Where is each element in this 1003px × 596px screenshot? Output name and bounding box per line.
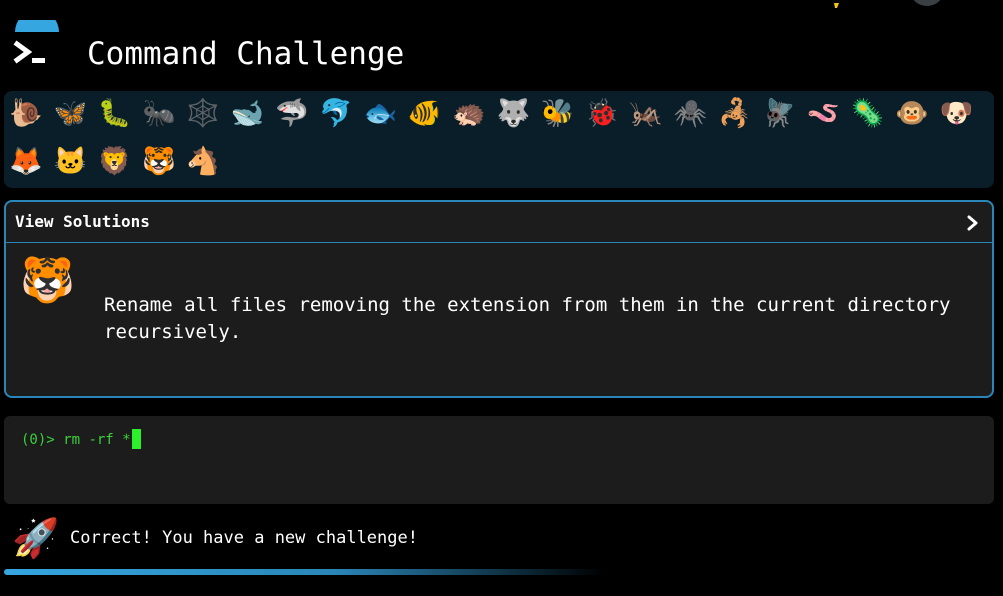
whale-icon[interactable]: 🐋 [229, 95, 267, 133]
shark-icon[interactable]: 🦈 [273, 95, 311, 133]
tiger-icon: 🐯 [20, 255, 75, 306]
dolphin-icon[interactable]: 🐬 [317, 95, 355, 133]
cricket-icon[interactable]: 🦗 [627, 95, 665, 133]
lion-icon[interactable]: 🦁 [96, 143, 134, 181]
page-title: Command Challenge [87, 36, 405, 72]
bug-icon[interactable]: 🐛 [96, 95, 134, 133]
scorpion-icon[interactable]: 🦂 [716, 95, 754, 133]
ant-icon[interactable]: 🐜 [140, 95, 178, 133]
worm-icon[interactable]: 🪱 [804, 95, 842, 133]
page: Command Challenge 🐌 🦋 🐛 🐜 🕸️ 🐋 🦈 🐬 🐟 🐠 🦔 🐺 🐝 🐞 🦗 🕷️ 🦂 🪰 🪱 🦠… [0, 0, 1003, 596]
status-text: Correct! You have a new challenge! [70, 528, 418, 548]
horse-icon[interactable]: 🐴 [184, 143, 222, 181]
tiger-icon[interactable]: 🐯 [140, 143, 178, 181]
header: Command Challenge [0, 0, 1003, 88]
wolf-icon[interactable]: 🐺 [494, 95, 532, 133]
terminal[interactable]: (0)> rm -rf * [4, 416, 994, 504]
key-icon[interactable] [828, 0, 848, 8]
spider-web-icon[interactable]: 🕸️ [184, 95, 222, 133]
account-avatar[interactable] [910, 0, 944, 6]
rocket-icon: 🚀 [12, 516, 60, 560]
terminal-prompt: (0)> [21, 432, 64, 448]
fish-icon[interactable]: 🐟 [361, 95, 399, 133]
chevron-right-icon[interactable] [966, 215, 980, 231]
solutions-panel: View Solutions 🐯 Rename all files removi… [4, 200, 994, 398]
microbe-icon[interactable]: 🦠 [849, 95, 887, 133]
terminal-cursor [131, 429, 141, 449]
status-message: 🚀 Correct! You have a new challenge! [0, 510, 1003, 570]
terminal-command[interactable]: rm -rf * [63, 432, 130, 448]
progress-bar [4, 569, 604, 575]
terminal-input-line[interactable]: (0)> rm -rf * [21, 429, 141, 449]
tropical-fish-icon[interactable]: 🐠 [406, 95, 444, 133]
view-solutions-toggle[interactable]: View Solutions [6, 202, 992, 243]
hedgehog-icon[interactable]: 🦔 [450, 95, 488, 133]
view-solutions-label: View Solutions [15, 212, 150, 231]
monkey-icon[interactable]: 🐵 [893, 95, 931, 133]
animal-progress-bar: 🐌 🦋 🐛 🐜 🕸️ 🐋 🦈 🐬 🐟 🐠 🦔 🐺 🐝 🐞 🦗 🕷️ 🦂 🪰 🪱 🦠 🐵 🐶 🦊 🐱 🦁 🐯 🐴 [4, 91, 994, 188]
snail-icon[interactable]: 🐌 [7, 95, 45, 133]
butterfly-icon[interactable]: 🦋 [51, 95, 89, 133]
bee-icon[interactable]: 🐝 [539, 95, 577, 133]
challenge-description: Rename all files removing the extension … [104, 294, 951, 343]
spider-icon[interactable]: 🕷️ [672, 95, 710, 133]
ladybug-icon[interactable]: 🐞 [583, 95, 621, 133]
cat-icon[interactable]: 🐱 [51, 143, 89, 181]
fox-icon[interactable]: 🦊 [7, 143, 45, 181]
dog-icon[interactable]: 🐶 [937, 95, 975, 133]
terminal-prompt-icon [12, 10, 62, 70]
fly-icon[interactable]: 🪰 [760, 95, 798, 133]
